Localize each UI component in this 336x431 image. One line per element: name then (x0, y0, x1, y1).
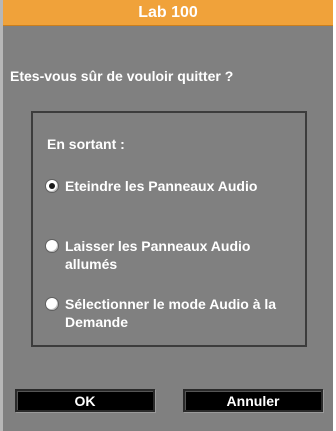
ok-button[interactable]: OK (15, 389, 155, 412)
radio-button-icon[interactable] (45, 239, 59, 253)
dialog-title: Lab 100 (138, 3, 198, 21)
exit-options-group: En sortant : Eteindre les Panneaux Audio… (31, 111, 307, 347)
radio-button-icon[interactable] (45, 297, 59, 311)
option-leave-audio-panels-on[interactable]: Laisser les Panneaux Audio allumés (45, 237, 295, 273)
option-turn-off-audio-panels[interactable]: Eteindre les Panneaux Audio (45, 177, 295, 195)
option-audio-on-demand-mode[interactable]: Sélectionner le mode Audio à la Demande (45, 295, 295, 331)
cancel-button[interactable]: Annuler (183, 389, 323, 412)
option-label: Laisser les Panneaux Audio allumés (65, 238, 251, 272)
radio-button-icon[interactable] (45, 179, 59, 193)
option-label: Sélectionner le mode Audio à la Demande (65, 296, 277, 330)
quit-dialog: Lab 100 Etes-vous sûr de vouloir quitter… (0, 0, 336, 431)
dialog-title-bar: Lab 100 (3, 0, 333, 26)
option-label: Eteindre les Panneaux Audio (65, 178, 258, 194)
quit-confirmation-question: Etes-vous sûr de vouloir quitter ? (10, 68, 234, 84)
exit-options-label: En sortant : (47, 136, 125, 152)
